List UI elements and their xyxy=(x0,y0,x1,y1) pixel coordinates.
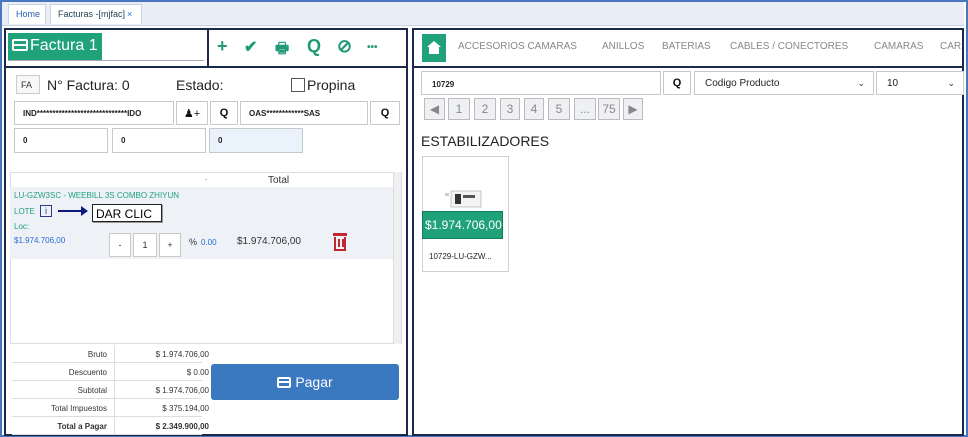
total-value: $ 2.349.900,00 xyxy=(155,422,209,431)
total-row-bruto: Bruto $ 1.974.706,00 xyxy=(12,345,209,363)
item-name: LU-GZW3SC - WEEBILL 3S COMBO ZHIYUN xyxy=(14,191,180,200)
arrow-icon xyxy=(58,206,88,216)
cancel-icon[interactable]: ⊘ xyxy=(337,36,352,57)
pager-page-3[interactable]: 3 xyxy=(500,98,520,120)
item-lote-label: LOTE xyxy=(14,207,35,216)
num-field-1[interactable]: 0 xyxy=(14,128,108,153)
category-tab[interactable]: CAR xyxy=(940,41,961,52)
company-field[interactable]: OAS************SAS xyxy=(240,101,368,125)
category-tab[interactable]: CABLES / CONECTORES xyxy=(730,41,848,52)
title-divider xyxy=(8,60,204,61)
total-value: $ 0.00 xyxy=(186,368,209,377)
pager-page-4[interactable]: 4 xyxy=(524,98,544,120)
add-user-icon: ♟+ xyxy=(183,108,201,120)
total-value: $ 375.194,00 xyxy=(162,404,209,413)
tip-label: Propina xyxy=(307,77,356,93)
info-icon[interactable]: i xyxy=(40,205,52,217)
chevron-down-icon: ⌄ xyxy=(947,78,955,88)
total-row-pagar: Total a Pagar $ 2.349.900,00 xyxy=(12,417,209,435)
doc-type-badge: FA xyxy=(16,75,40,94)
search-icon: Q xyxy=(219,107,229,119)
tab-facturas-label: Facturas -[mjfac] xyxy=(58,9,126,19)
tab-home-label: Home xyxy=(16,9,41,19)
filter-select[interactable]: Codigo Producto ⌄ xyxy=(694,71,874,95)
total-label: Subtotal xyxy=(77,386,107,395)
item-total: $1.974.706,00 xyxy=(237,236,301,247)
search-icon: Q xyxy=(380,107,390,119)
pager-prev[interactable]: ◀ xyxy=(424,98,445,120)
column-header-total: Total xyxy=(268,175,290,186)
pager-page-2[interactable]: 2 xyxy=(474,98,496,120)
pay-button[interactable]: Pagar xyxy=(211,364,399,400)
tab-bar xyxy=(2,2,964,26)
category-tab[interactable]: CAMARAS xyxy=(874,41,923,52)
total-value: $ 1.974.706,00 xyxy=(155,386,209,395)
product-price[interactable]: $1.974.706,00 xyxy=(422,211,503,239)
tab-home[interactable]: Home xyxy=(8,4,46,24)
total-label: Bruto xyxy=(87,350,107,359)
page-size-value: 10 xyxy=(887,78,899,89)
page-size-select[interactable]: 10 ⌄ xyxy=(876,71,964,95)
add-icon[interactable]: + xyxy=(217,36,228,57)
category-tab[interactable]: ANILLOS xyxy=(602,41,644,52)
pager-page-75[interactable]: 75 xyxy=(598,98,620,120)
total-row-subtotal: Subtotal $ 1.974.706,00 xyxy=(12,381,209,399)
tip-checkbox[interactable] xyxy=(291,78,305,92)
num-field-3[interactable]: 0 xyxy=(209,128,303,153)
search-company-button[interactable]: Q xyxy=(370,101,400,125)
invoice-number-label: N° Factura: 0 xyxy=(47,77,130,93)
client-field[interactable]: IND*****************************IDO xyxy=(14,101,174,125)
category-tab[interactable]: BATERIAS xyxy=(662,41,711,52)
total-label: Descuento xyxy=(68,368,107,377)
column-header-dot: . xyxy=(205,173,208,182)
total-row-impuestos: Total Impuestos $ 375.194,00 xyxy=(12,399,209,417)
pager-ellipsis[interactable]: ... xyxy=(574,98,596,120)
header-separator xyxy=(207,30,209,67)
pager-page-1[interactable]: 1 xyxy=(448,98,470,120)
total-label: Total Impuestos xyxy=(50,404,107,413)
qty-input[interactable]: 1 xyxy=(133,233,157,257)
tab-facturas[interactable]: Facturas -[mjfac] × xyxy=(50,4,142,24)
item-unit-price: $1.974.706,00 xyxy=(14,236,66,245)
search-icon[interactable]: Q xyxy=(307,36,321,57)
pager-next[interactable]: ▶ xyxy=(623,98,643,120)
items-scrollbar[interactable] xyxy=(393,172,401,344)
pager-page-5[interactable]: 5 xyxy=(548,98,570,120)
category-tab[interactable]: ACCESORIOS CAMARAS xyxy=(458,41,577,52)
product-image xyxy=(445,190,482,208)
qty-plus-button[interactable]: + xyxy=(159,233,181,257)
product-search-button[interactable]: Q xyxy=(663,71,691,95)
confirm-icon[interactable]: ✔ xyxy=(244,37,257,57)
home-button[interactable] xyxy=(422,34,446,62)
num-field-2[interactable]: 0 xyxy=(112,128,206,153)
filter-select-value: Codigo Producto xyxy=(705,78,780,89)
total-value: $ 1.974.706,00 xyxy=(155,350,209,359)
total-label: Total a Pagar xyxy=(57,422,107,431)
add-client-button[interactable]: ♟+ xyxy=(176,101,208,125)
chevron-down-icon: ⌄ xyxy=(857,78,865,88)
search-client-button[interactable]: Q xyxy=(210,101,238,125)
more-icon[interactable]: ••• xyxy=(367,42,378,53)
discount-value[interactable]: 0.00 xyxy=(201,238,217,247)
category-bar: ACCESORIOS CAMARAS ANILLOS BATERIAS CABL… xyxy=(412,28,964,68)
search-icon: Q xyxy=(672,77,682,89)
total-row-descuento: Descuento $ 0.00 xyxy=(12,363,209,381)
invoice-title-label: Factura 1 xyxy=(30,37,98,54)
section-title: ESTABILIZADORES xyxy=(421,133,550,149)
product-name: 10729-LU-GZW... xyxy=(429,252,492,261)
print-icon[interactable]: 🖶 xyxy=(275,38,289,63)
discount-pct-label: % xyxy=(189,237,198,247)
qty-minus-button[interactable]: - xyxy=(109,233,131,257)
status-label: Estado: xyxy=(176,77,224,93)
callout-label: DAR CLIC xyxy=(92,204,162,222)
close-icon[interactable]: × xyxy=(127,9,132,19)
totals-table: Bruto $ 1.974.706,00 Descuento $ 0.00 Subt… xyxy=(12,345,209,435)
product-search-input[interactable]: 10729 xyxy=(421,71,661,95)
trash-icon[interactable] xyxy=(333,233,347,251)
invoice-icon xyxy=(12,39,28,51)
item-location: Loc: xyxy=(14,222,30,231)
pay-button-label: Pagar xyxy=(295,374,333,390)
invoice-title: Factura 1 xyxy=(8,33,102,60)
credit-card-icon xyxy=(277,377,292,388)
